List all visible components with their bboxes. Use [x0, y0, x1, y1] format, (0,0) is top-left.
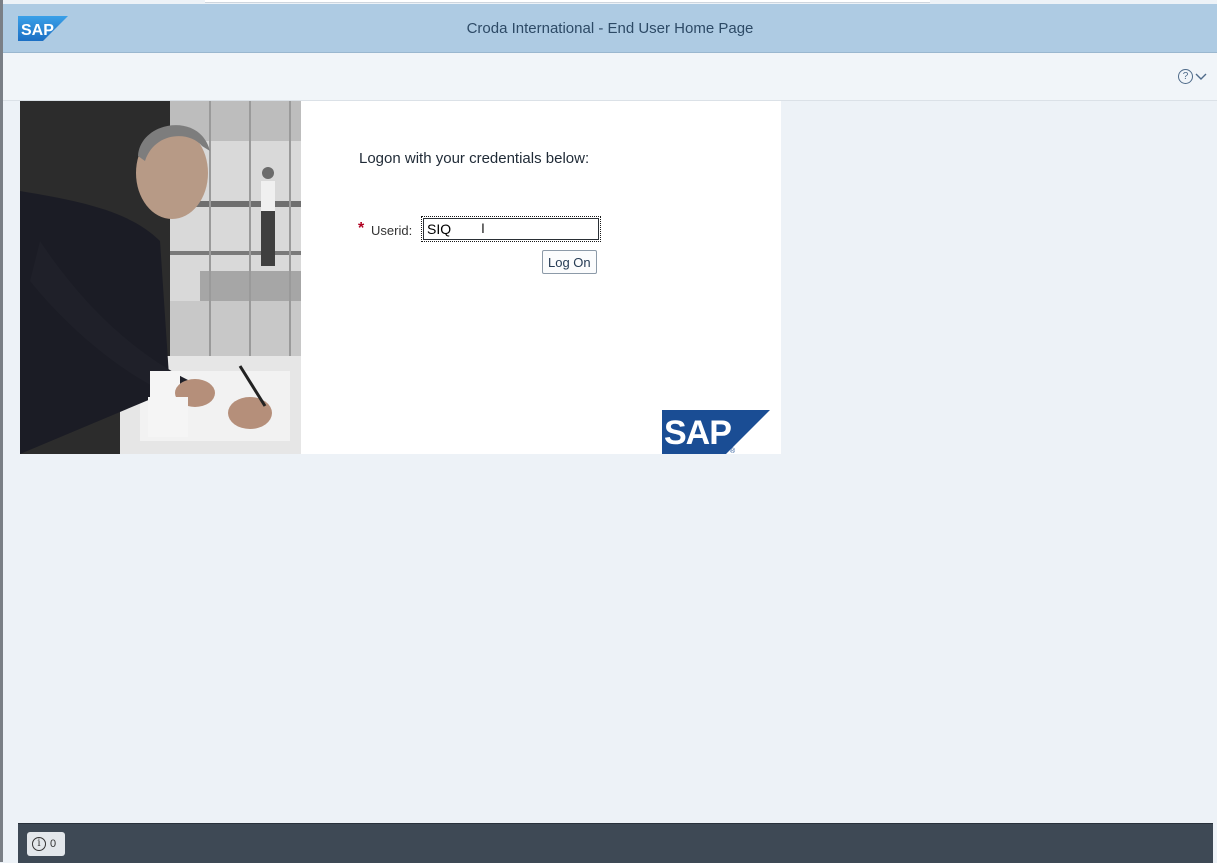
- userid-label: Userid:: [371, 223, 413, 238]
- log-on-button[interactable]: Log On: [542, 250, 597, 274]
- page-title: Croda International - End User Home Page: [466, 20, 754, 37]
- browser-address-strip: [205, 0, 930, 3]
- help-menu-button[interactable]: ?: [1178, 69, 1207, 84]
- svg-text:®: ®: [730, 447, 736, 454]
- required-indicator: *: [358, 220, 365, 237]
- svg-text:SAP: SAP: [664, 414, 731, 452]
- text-cursor-icon: I: [481, 220, 485, 236]
- sap-brand-logo: SAP ®: [662, 410, 770, 459]
- info-icon: i: [32, 837, 46, 851]
- messages-button[interactable]: i 0: [27, 832, 65, 856]
- shell-subheader: ?: [3, 53, 1217, 101]
- chevron-down-icon: [1195, 73, 1207, 80]
- message-count: 0: [50, 838, 57, 850]
- window-border: [0, 0, 3, 862]
- logon-panel: Logon with your credentials below: * Use…: [20, 101, 781, 455]
- help-icon: ?: [1178, 69, 1193, 84]
- logon-instruction: Logon with your credentials below:: [359, 150, 590, 167]
- logon-photo: [20, 101, 301, 454]
- shell-header: SAP Croda International - End User Home …: [3, 4, 1217, 53]
- userid-field[interactable]: [421, 216, 601, 242]
- message-bar: i 0: [18, 823, 1213, 863]
